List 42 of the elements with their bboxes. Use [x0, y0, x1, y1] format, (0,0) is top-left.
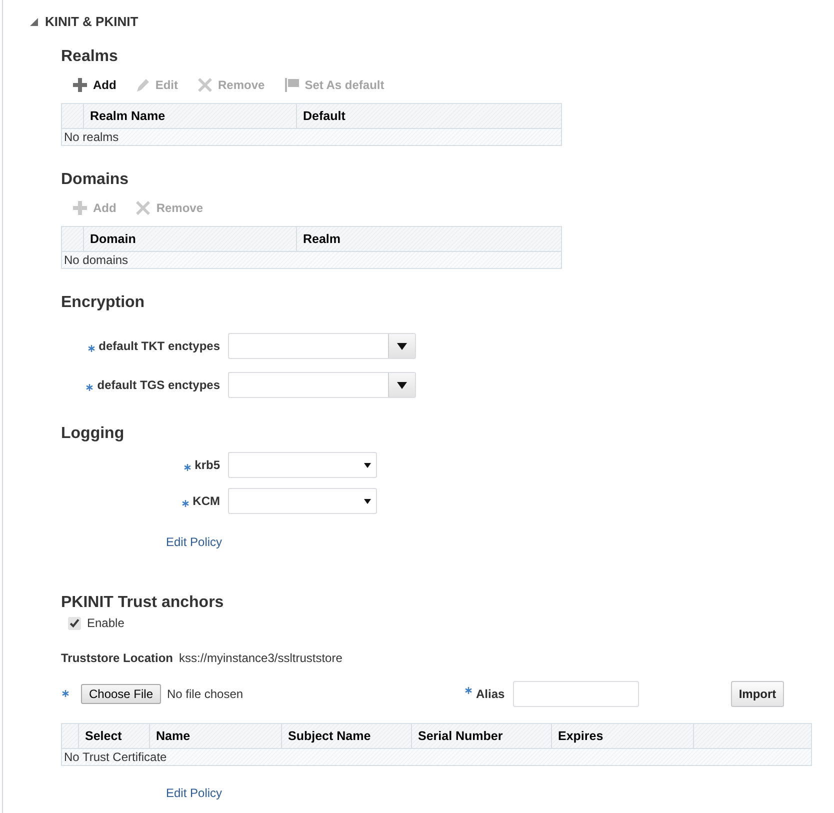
field-label: default TGS enctypes — [97, 378, 220, 392]
combobox-field[interactable] — [228, 372, 416, 398]
checkbox-label: Enable — [87, 616, 124, 630]
caret-icon — [364, 462, 371, 468]
checkbox[interactable] — [68, 616, 81, 630]
empty-table-message: No Trust Certificate — [62, 748, 811, 765]
add-button[interactable]: Add — [73, 73, 116, 97]
empty-table-message: No domains — [62, 251, 561, 268]
flag-icon — [284, 78, 299, 92]
section-heading: PKINIT Trust anchors — [61, 593, 224, 613]
pencil-icon — [136, 78, 150, 92]
empty-table-message: No realms — [62, 128, 561, 145]
field-label: krb5 — [194, 458, 220, 472]
section-title: KINIT & PKINIT — [45, 14, 138, 30]
import-button[interactable]: Import — [731, 680, 784, 706]
field-label: default TKT enctypes — [98, 339, 220, 353]
caret-icon — [364, 498, 371, 504]
choose-file-button[interactable]: Choose File — [81, 684, 161, 704]
caret-icon — [397, 342, 407, 350]
section-heading: Logging — [61, 424, 124, 444]
combobox-field[interactable] — [228, 333, 416, 359]
field-label: KCM — [192, 494, 220, 508]
edit-policy-link[interactable]: Edit Policy — [166, 535, 222, 549]
edit-policy-link[interactable]: Edit Policy — [166, 786, 222, 800]
field-label: Truststore Location — [61, 651, 174, 665]
section-heading: Encryption — [61, 293, 145, 313]
file-status: No file chosen — [167, 686, 244, 700]
disclosure-triangle-icon[interactable] — [30, 18, 38, 26]
field-label: Alias — [476, 686, 505, 700]
select-field[interactable] — [228, 488, 377, 514]
plus-icon — [73, 201, 87, 215]
caret-icon — [397, 382, 407, 388]
field-value: kss://myinstance3/ssltruststore — [179, 651, 342, 665]
section-heading: Realms — [61, 47, 118, 67]
dropdown-button[interactable] — [388, 373, 415, 397]
alias-input[interactable] — [512, 680, 639, 706]
select-field[interactable] — [228, 452, 377, 478]
dropdown-button[interactable] — [388, 334, 415, 358]
section-heading: Domains — [61, 170, 129, 190]
x-icon — [198, 78, 212, 92]
x-icon — [136, 201, 150, 215]
plus-icon — [73, 78, 87, 92]
